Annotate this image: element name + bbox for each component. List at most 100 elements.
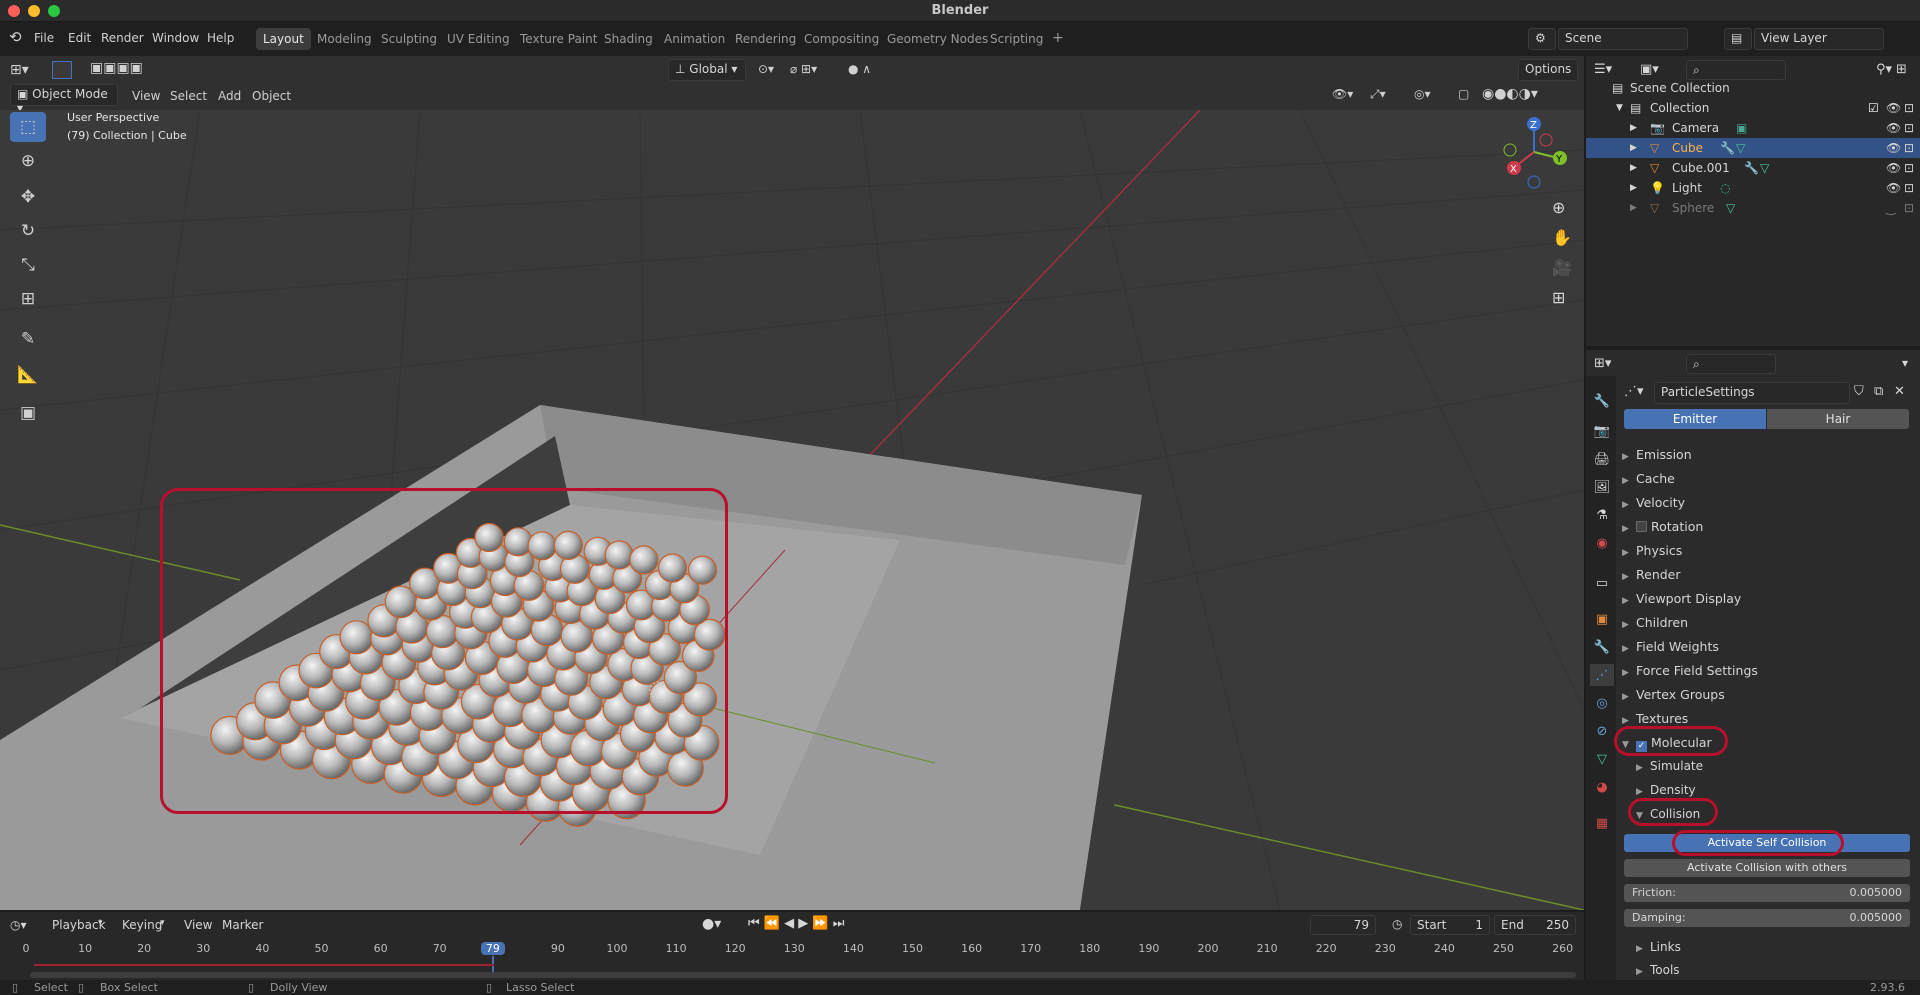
eye-icon[interactable]: 👁 <box>1886 121 1901 135</box>
move-tool-icon[interactable]: ✥ <box>10 182 46 212</box>
transform-tool-icon[interactable]: ⊞ <box>10 284 46 314</box>
eye-icon[interactable]: 👁 <box>1886 181 1901 195</box>
panel-viewport-display[interactable]: ▶ Viewport Display <box>1622 591 1741 613</box>
timeline-menu-keying[interactable]: Keying <box>122 918 162 932</box>
viewport-menu-object[interactable]: Object <box>252 89 291 103</box>
rotation-checkbox[interactable] <box>1636 521 1647 532</box>
current-frame-field[interactable]: 79 <box>1310 915 1376 935</box>
view-layer-icon[interactable]: ▤ <box>1724 28 1752 50</box>
camera-render-icon[interactable]: ⊡ <box>1904 161 1914 175</box>
gizmo-toggle-icon[interactable]: ⤢▾ <box>1370 87 1386 102</box>
particle-system-icon[interactable]: ⋰▾ <box>1624 384 1644 399</box>
add-cube-tool-icon[interactable]: ▣ <box>10 398 46 428</box>
panel-field-weights[interactable]: ▶ Field Weights <box>1622 639 1719 661</box>
panel-rotation[interactable]: ▶ Rotation <box>1622 519 1703 541</box>
panel-emission[interactable]: ▶ Emission <box>1622 447 1692 469</box>
properties-editor-type-icon[interactable]: ⊞▾ <box>1594 356 1611 371</box>
camera-view-icon[interactable]: 🎥 <box>1552 258 1572 277</box>
viewport-menu-view[interactable]: View <box>132 89 160 103</box>
measure-tool-icon[interactable]: 📐 <box>10 360 46 390</box>
annotate-tool-icon[interactable]: ✎ <box>10 324 46 354</box>
camera-render-icon[interactable]: ⊡ <box>1904 181 1914 195</box>
record-icon[interactable]: ●▾ <box>702 916 721 932</box>
menu-window[interactable]: Window <box>152 31 199 45</box>
outliner-scene-collection[interactable]: ▤ Scene Collection <box>1586 78 1920 98</box>
zoom-icon[interactable]: ⊕ <box>1552 198 1565 217</box>
tab-texture-paint[interactable]: Texture Paint <box>513 28 604 50</box>
modifiers-tab-icon[interactable]: 🔧 <box>1590 636 1614 658</box>
expand-arrow-icon[interactable]: ▶ <box>1630 163 1637 173</box>
rotate-tool-icon[interactable]: ↻ <box>10 216 46 246</box>
xray-toggle-icon[interactable]: ▢ <box>1458 87 1469 101</box>
unlink-close-icon[interactable]: ✕ <box>1894 384 1905 399</box>
tab-rendering[interactable]: Rendering <box>728 28 803 50</box>
panel-children[interactable]: ▶ Children <box>1622 615 1688 637</box>
panel-velocity[interactable]: ▶ Velocity <box>1622 495 1685 517</box>
filter-icon[interactable]: ⚲▾ <box>1876 62 1892 77</box>
pan-hand-icon[interactable]: ✋ <box>1552 228 1572 247</box>
damping-field[interactable]: Damping: 0.005000 <box>1624 909 1910 927</box>
scene-selector-icon[interactable]: ⚙ <box>1528 28 1556 50</box>
snap-icon[interactable]: ⌀ ⊞▾ <box>790 62 817 76</box>
end-frame-field[interactable]: End 250 <box>1494 915 1576 935</box>
physics-tab-icon[interactable]: ◎ <box>1590 692 1614 714</box>
properties-search-input[interactable]: ⌕ <box>1686 354 1776 374</box>
expand-arrow-icon[interactable]: ▶ <box>1630 203 1637 213</box>
object-mode-dropdown[interactable]: ▣ Object Mode ▾ <box>10 84 118 115</box>
panel-physics[interactable]: ▶ Physics <box>1622 543 1682 565</box>
scale-tool-icon[interactable]: ⤡ <box>10 250 46 280</box>
outliner-collection[interactable]: ▼ ▤ Collection ☑ 👁 ⊡ <box>1586 98 1920 118</box>
tab-shading[interactable]: Shading <box>597 28 660 50</box>
view-layer-tab-icon[interactable]: 🖼 <box>1590 476 1614 498</box>
subpanel-simulate[interactable]: ▶ Simulate <box>1636 759 1703 781</box>
shading-mode-icons[interactable]: ◉●◐◑▾ <box>1482 86 1538 102</box>
timeline-scrollbar[interactable] <box>30 972 1576 978</box>
outliner-item-camera[interactable]: ▶ 📷 Camera ▣ 👁 ⊡ <box>1586 118 1920 138</box>
menu-help[interactable]: Help <box>207 31 234 45</box>
constraints-tab-icon[interactable]: ⊘ <box>1590 720 1614 742</box>
timeline-frame-ruler[interactable]: 0 10 20 30 40 50 60 70 79 90 100 110 120 130 140 150 160… <box>0 940 1584 976</box>
tab-layout[interactable]: Layout <box>256 28 311 50</box>
object-tab-icon[interactable]: ▣ <box>1590 608 1614 630</box>
cursor-tool-icon[interactable]: ⊕ <box>10 146 46 176</box>
proportional-edit-icon[interactable]: ● ∧ <box>848 62 871 76</box>
material-tab-icon[interactable]: ◕ <box>1590 776 1614 798</box>
expand-arrow-icon[interactable]: ▶ <box>1630 123 1637 133</box>
panel-force-field-settings[interactable]: ▶ Force Field Settings <box>1622 663 1758 685</box>
playhead-frame-indicator[interactable]: 79 <box>480 942 505 955</box>
fake-user-shield-icon[interactable]: ⛉ <box>1854 384 1864 399</box>
scene-tab-icon[interactable]: ⚗ <box>1590 504 1614 526</box>
tool-tab-icon[interactable]: 🔧 <box>1590 390 1614 412</box>
tab-uv-editing[interactable]: UV Editing <box>440 28 517 50</box>
subpanel-links[interactable]: ▶ Links <box>1636 940 1681 962</box>
data-tab-icon[interactable]: ▽ <box>1590 748 1614 770</box>
particles-tab-icon[interactable]: ⋰ <box>1590 664 1614 686</box>
collapse-chevron-icon[interactable]: ▾ <box>1902 356 1908 370</box>
expand-arrow-icon[interactable]: ▶ <box>1630 143 1637 153</box>
outliner-item-cube[interactable]: ▶ ▽ Cube 🔧 ▽ 👁 ⊡ <box>1586 138 1920 158</box>
tab-scripting[interactable]: Scripting <box>983 28 1050 50</box>
expand-arrow-icon[interactable]: ▼ <box>1616 103 1623 113</box>
render-tab-icon[interactable]: 📷 <box>1590 420 1614 442</box>
panel-render[interactable]: ▶ Render <box>1622 567 1681 589</box>
add-workspace-button[interactable]: + <box>1045 26 1071 48</box>
tab-emitter[interactable]: Emitter <box>1624 409 1766 429</box>
start-frame-field[interactable]: Start 1 <box>1410 915 1490 935</box>
perspective-toggle-icon[interactable]: ⊞ <box>1552 288 1565 307</box>
menu-edit[interactable]: Edit <box>68 31 91 45</box>
3d-viewport[interactable]: User Perspective (79) Collection | Cube … <box>0 110 1584 910</box>
editor-type-icon[interactable]: ⊞▾ <box>10 62 29 78</box>
pivot-icon[interactable]: ⊙▾ <box>758 62 774 76</box>
duplicate-icon[interactable]: ⧉ <box>1874 384 1883 399</box>
tab-geometry-nodes[interactable]: Geometry Nodes <box>880 28 995 50</box>
particle-settings-field[interactable]: ParticleSettings <box>1654 382 1850 404</box>
outliner-editor-type-icon[interactable]: ☰▾ <box>1594 62 1612 77</box>
tab-hair[interactable]: Hair <box>1767 409 1909 429</box>
tab-modeling[interactable]: Modeling <box>310 28 379 50</box>
texture-tab-icon[interactable]: ▦ <box>1590 812 1614 834</box>
display-mode-icon[interactable]: ▣▾ <box>1640 62 1659 77</box>
transform-orientation-dropdown[interactable]: ⊥ Global ▾ <box>668 59 746 81</box>
select-tool-icon[interactable]: ⬚ <box>10 112 46 142</box>
viewport-menu-add[interactable]: Add <box>218 89 241 103</box>
selection-mode-icons[interactable]: ▣▣▣▣ <box>90 60 143 76</box>
